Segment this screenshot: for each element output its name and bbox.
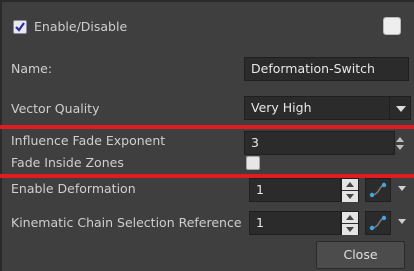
vector-quality-label: Vector Quality: [11, 101, 100, 116]
enable-deformation-field[interactable]: 1: [249, 178, 341, 202]
fade-inside-zones-checkbox[interactable]: [246, 156, 260, 170]
stepper-down-icon[interactable]: [342, 224, 358, 235]
close-button[interactable]: Close: [316, 241, 405, 269]
enable-deformation-function-button[interactable]: [365, 178, 391, 202]
stepper-down-icon[interactable]: [342, 191, 358, 202]
kinematic-chain-dropdown-arrow-icon[interactable]: [398, 219, 406, 224]
highlight-line-top: [0, 125, 414, 129]
kinematic-chain-field[interactable]: 1: [249, 211, 341, 235]
enable-deformation-stepper[interactable]: [341, 178, 359, 202]
influence-fade-exponent-label: Influence Fade Exponent: [11, 133, 166, 148]
function-curve-icon: [369, 215, 387, 231]
function-curve-icon: [369, 182, 387, 198]
enable-deformation-label: Enable Deformation: [11, 181, 136, 196]
dropdown-arrow-icon: [396, 106, 406, 112]
kinematic-chain-label: Kinematic Chain Selection Reference: [11, 215, 242, 230]
name-field[interactable]: Deformation-Switch: [244, 57, 409, 81]
window-frame-left: [0, 0, 2, 271]
enable-disable-label: Enable/Disable: [34, 19, 128, 34]
enable-disable-checkbox[interactable]: [13, 20, 27, 34]
vector-quality-select[interactable]: Very High: [244, 96, 390, 120]
stepper-up-icon[interactable]: [342, 179, 358, 190]
kinematic-chain-stepper[interactable]: [341, 211, 359, 235]
checkmark-icon: [15, 22, 25, 32]
kinematic-chain-function-button[interactable]: [365, 211, 391, 235]
enable-deformation-dropdown-arrow-icon[interactable]: [398, 186, 406, 191]
spin-arrows-icon[interactable]: [396, 137, 404, 151]
vector-quality-dropdown-button[interactable]: [389, 96, 411, 120]
enable-disable-large-checkbox[interactable]: [383, 17, 401, 35]
name-label: Name:: [11, 61, 53, 76]
influence-fade-exponent-field[interactable]: 3: [244, 131, 395, 155]
fade-inside-zones-label: Fade Inside Zones: [11, 155, 124, 170]
stepper-up-icon[interactable]: [342, 212, 358, 223]
window-frame-top: [0, 0, 414, 2]
